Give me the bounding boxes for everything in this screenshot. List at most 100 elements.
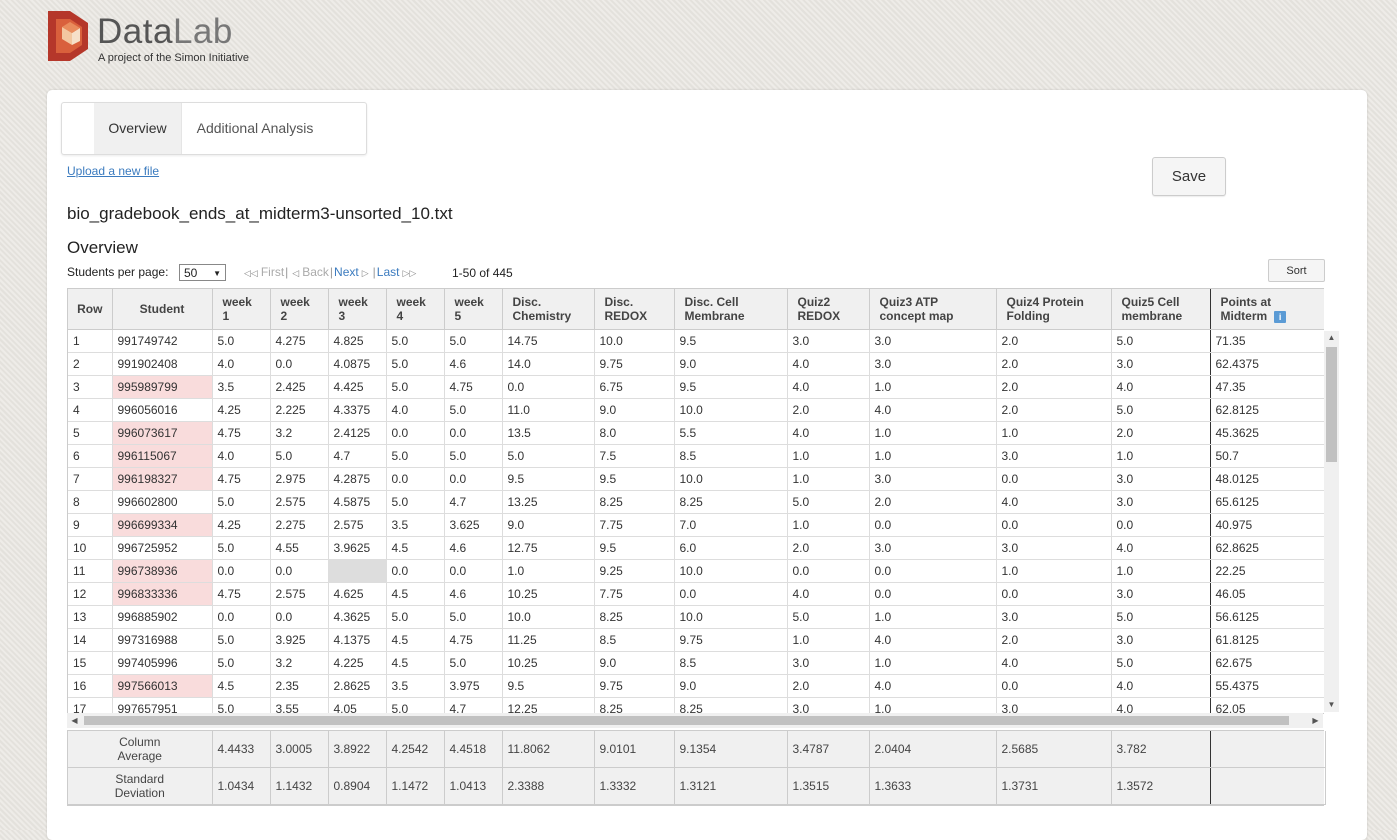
table-cell[interactable]: 4.5 [386,536,445,560]
table-cell[interactable]: 2.4125 [328,421,387,445]
table-cell[interactable]: 7.75 [594,582,675,606]
table-cell[interactable]: 5.0 [1111,329,1211,353]
table-cell[interactable]: 8.0 [594,421,675,445]
table-cell[interactable]: 2.0 [996,628,1112,652]
column-header[interactable]: Points at Midterm i [1210,289,1324,330]
table-cell[interactable]: 71.35 [1210,329,1324,353]
table-cell[interactable]: 4.75 [212,582,271,606]
table-cell[interactable]: 0.0 [869,513,997,537]
table-cell[interactable]: 4.225 [328,651,387,675]
table-cell[interactable]: 2.425 [270,375,329,399]
table-cell[interactable]: 5.0 [444,605,503,629]
upload-file-link[interactable]: Upload a new file [67,164,159,178]
table-cell[interactable]: 3.0 [996,697,1112,713]
table-cell[interactable]: 5.0 [787,605,870,629]
table-cell[interactable]: 991749742 [112,329,213,353]
table-cell[interactable]: 2 [68,352,113,376]
table-cell[interactable]: 1.0 [996,559,1112,583]
table-cell[interactable]: 996699334 [112,513,213,537]
table-cell[interactable]: 5.0 [212,536,271,560]
table-cell[interactable]: 4.75 [444,628,503,652]
table-cell[interactable]: 4.0 [1111,536,1211,560]
table-cell[interactable]: 3.0 [1111,352,1211,376]
table-cell[interactable]: 2.575 [270,582,329,606]
table-cell[interactable]: 5.0 [1111,398,1211,422]
table-cell[interactable]: 3.0 [996,605,1112,629]
table-cell[interactable]: 995989799 [112,375,213,399]
column-header[interactable]: Quiz3 ATP concept map [869,289,997,330]
table-cell[interactable]: 996833336 [112,582,213,606]
table-cell[interactable]: 12 [68,582,113,606]
table-cell[interactable]: 2.0 [996,352,1112,376]
table-cell[interactable]: 4.0 [787,352,870,376]
table-cell[interactable]: 8.5 [674,651,788,675]
table-cell[interactable]: 13.5 [502,421,595,445]
table-cell[interactable]: 46.05 [1210,582,1324,606]
table-cell[interactable]: 4.25 [212,398,271,422]
table-cell[interactable]: 9.0 [594,651,675,675]
table-cell[interactable]: 9.0 [674,674,788,698]
table-cell[interactable]: 11.25 [502,628,595,652]
table-cell[interactable]: 4.0 [386,398,445,422]
table-cell[interactable]: 4.0 [787,375,870,399]
table-cell[interactable]: 4.0 [869,398,997,422]
table-cell[interactable]: 17 [68,697,113,713]
table-cell[interactable]: 10.25 [502,582,595,606]
table-cell[interactable]: 4.0 [212,444,271,468]
table-cell[interactable]: 997405996 [112,651,213,675]
table-cell[interactable]: 4.0 [996,651,1112,675]
table-cell[interactable]: 5.0 [386,329,445,353]
table-cell[interactable]: 5.0 [444,444,503,468]
table-cell[interactable]: 1.0 [1111,444,1211,468]
table-cell[interactable]: 5.0 [386,352,445,376]
table-cell[interactable]: 1.0 [502,559,595,583]
table-cell[interactable]: 3.625 [444,513,503,537]
table-cell[interactable]: 3.0 [996,536,1112,560]
table-cell[interactable]: 7.0 [674,513,788,537]
table-cell[interactable] [328,559,387,583]
table-cell[interactable]: 997316988 [112,628,213,652]
table-cell[interactable]: 6 [68,444,113,468]
table-cell[interactable]: 48.0125 [1210,467,1324,491]
column-header[interactable]: Disc. REDOX [594,289,675,330]
table-cell[interactable]: 12.75 [502,536,595,560]
table-cell[interactable]: 5.0 [502,444,595,468]
table-cell[interactable]: 10.0 [594,329,675,353]
table-cell[interactable]: 5.0 [386,697,445,713]
table-cell[interactable]: 0.0 [386,559,445,583]
table-cell[interactable]: 5.0 [212,697,271,713]
table-cell[interactable]: 22.25 [1210,559,1324,583]
table-cell[interactable]: 3.0 [869,536,997,560]
table-cell[interactable]: 15 [68,651,113,675]
table-cell[interactable]: 3.975 [444,674,503,698]
table-cell[interactable]: 1.0 [869,697,997,713]
table-cell[interactable]: 62.8125 [1210,398,1324,422]
table-cell[interactable]: 4.0875 [328,352,387,376]
column-header[interactable]: Quiz5 Cell membrane [1111,289,1211,330]
table-cell[interactable]: 10.0 [502,605,595,629]
table-cell[interactable]: 4.1375 [328,628,387,652]
table-cell[interactable]: 996602800 [112,490,213,514]
table-cell[interactable]: 3.9625 [328,536,387,560]
table-cell[interactable]: 10.0 [674,605,788,629]
table-cell[interactable]: 0.0 [270,559,329,583]
table-cell[interactable]: 5.0 [386,490,445,514]
table-cell[interactable]: 9.75 [594,352,675,376]
table-cell[interactable]: 996738936 [112,559,213,583]
table-cell[interactable]: 8.25 [594,490,675,514]
table-cell[interactable]: 4.7 [444,490,503,514]
table-cell[interactable]: 9.5 [502,467,595,491]
table-cell[interactable]: 1 [68,329,113,353]
table-cell[interactable]: 16 [68,674,113,698]
table-cell[interactable]: 10.25 [502,651,595,675]
table-cell[interactable]: 14.0 [502,352,595,376]
table-cell[interactable]: 4.25 [212,513,271,537]
table-cell[interactable]: 4.625 [328,582,387,606]
table-cell[interactable]: 3.2 [270,651,329,675]
vertical-scrollbar[interactable]: ▲ ▼ [1324,331,1339,712]
table-cell[interactable]: 2.0 [787,398,870,422]
table-cell[interactable]: 9.5 [674,375,788,399]
table-cell[interactable]: 4.0 [996,490,1112,514]
table-cell[interactable]: 996885902 [112,605,213,629]
table-cell[interactable]: 3.5 [386,674,445,698]
